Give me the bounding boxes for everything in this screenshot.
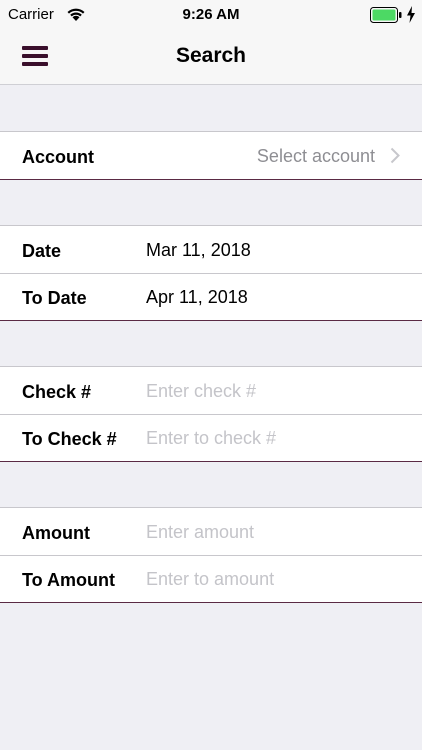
status-time: 9:26 AM (182, 6, 240, 23)
bolt-icon (407, 6, 415, 23)
date-section: Date Mar 11, 2018 To Date Apr 11, 2018 (0, 225, 422, 321)
to-check-number-input[interactable] (146, 424, 396, 452)
date-row[interactable]: Date Mar 11, 2018 (0, 226, 422, 273)
navigation-bar: Search (0, 30, 422, 85)
to-check-label: To Check # (22, 429, 117, 449)
to-amount-input[interactable] (146, 565, 396, 593)
page-title: Search (175, 44, 247, 67)
account-section: Account Select account (0, 131, 422, 180)
amount-section: Amount To Amount (0, 507, 422, 603)
account-label: Account (22, 147, 94, 167)
check-number-input[interactable] (146, 377, 396, 405)
amount-row: Amount (0, 508, 422, 555)
amount-label: Amount (22, 523, 90, 543)
to-amount-label: To Amount (22, 570, 115, 590)
amount-input[interactable] (146, 518, 396, 546)
check-row: Check # (0, 367, 422, 414)
date-value[interactable]: Mar 11, 2018 (146, 240, 251, 261)
to-date-value[interactable]: Apr 11, 2018 (146, 287, 248, 308)
account-row[interactable]: Account Select account (0, 132, 422, 179)
battery-full-icon (370, 7, 402, 23)
status-bar: Carrier 9:26 AM (0, 0, 422, 30)
check-label: Check # (22, 382, 92, 402)
chevron-right-icon (390, 147, 400, 164)
to-date-label: To Date (22, 288, 87, 308)
to-date-row[interactable]: To Date Apr 11, 2018 (0, 273, 422, 320)
to-amount-row: To Amount (0, 555, 422, 602)
date-label: Date (22, 241, 62, 261)
check-section: Check # To Check # (0, 366, 422, 462)
to-check-row: To Check # (0, 414, 422, 461)
account-value: Select account (256, 146, 375, 166)
